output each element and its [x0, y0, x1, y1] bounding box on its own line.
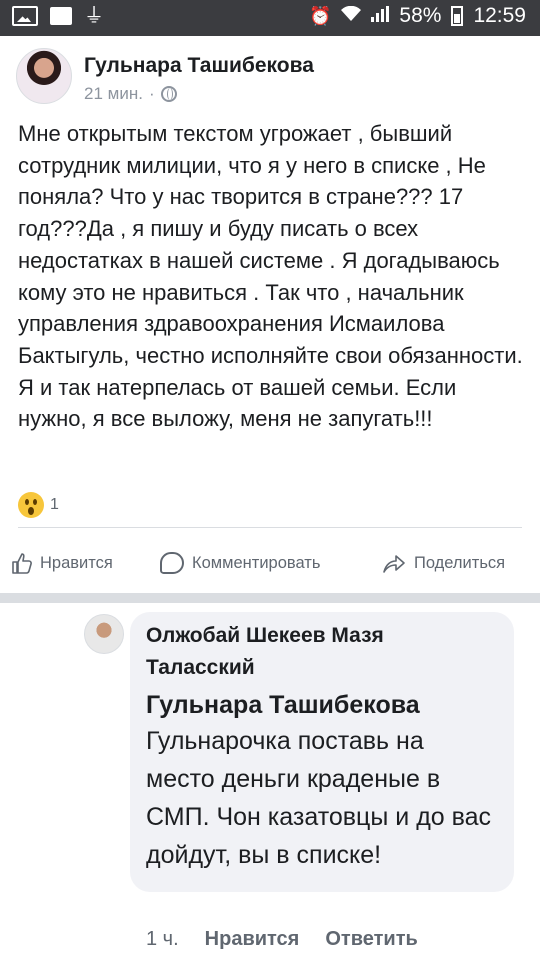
usb-icon: ⏚	[84, 5, 104, 27]
share-label: Поделиться	[414, 553, 506, 572]
comment-mention[interactable]: Гульнара Ташибекова	[146, 688, 498, 722]
comment-reply-button[interactable]: Ответить	[325, 928, 417, 951]
comment-author[interactable]: Олжобай Шекеев Мазя Таласский	[146, 620, 498, 684]
post-text: Мне открытым текстом угрожает , бывший с…	[18, 121, 523, 432]
comment-like-button[interactable]: Нравится	[205, 928, 300, 951]
wow-icon	[18, 492, 44, 518]
comment-bubble: Олжобай Шекеев Мазя Таласский Гульнара Т…	[130, 612, 514, 892]
signal-icon	[371, 5, 390, 27]
battery-percent: 58%	[399, 4, 442, 27]
battery-icon	[451, 6, 464, 26]
wifi-icon	[341, 5, 362, 27]
post-actions: Нравится Комментировать Поделиться	[0, 546, 540, 580]
like-icon	[12, 553, 32, 574]
comment-label: Комментировать	[192, 553, 321, 572]
section-separator	[0, 593, 540, 603]
comment-text: Гульнарочка поставь на место деньги крад…	[146, 727, 492, 869]
globe-icon	[160, 86, 177, 102]
post-meta: 21 мин. ·	[84, 84, 177, 104]
image-icon	[12, 6, 38, 26]
comment-meta: 1 ч. Нравится Ответить	[146, 928, 418, 951]
like-button[interactable]: Нравится	[12, 552, 113, 574]
commenter-avatar[interactable]	[84, 614, 124, 654]
author-avatar[interactable]	[16, 48, 72, 104]
share-button[interactable]: Поделиться	[382, 552, 505, 574]
like-label: Нравится	[40, 553, 113, 572]
share-icon	[383, 555, 405, 573]
comment-button[interactable]: Комментировать	[160, 552, 320, 574]
reactions-summary[interactable]: 1	[18, 492, 59, 518]
message-icon	[50, 7, 72, 25]
alarm-icon: ⏰	[308, 5, 332, 26]
comment-icon	[160, 552, 184, 574]
divider	[18, 527, 522, 528]
author-name[interactable]: Гульнара Ташибекова	[84, 54, 314, 78]
meta-separator: ·	[148, 84, 155, 103]
post-time[interactable]: 21 мин.	[84, 84, 143, 104]
clock: 12:59	[473, 4, 526, 27]
comment-time[interactable]: 1 ч.	[146, 928, 179, 951]
reaction-count: 1	[50, 496, 59, 513]
status-bar: ⏚ ⏰ 58% 12:59	[0, 0, 540, 36]
